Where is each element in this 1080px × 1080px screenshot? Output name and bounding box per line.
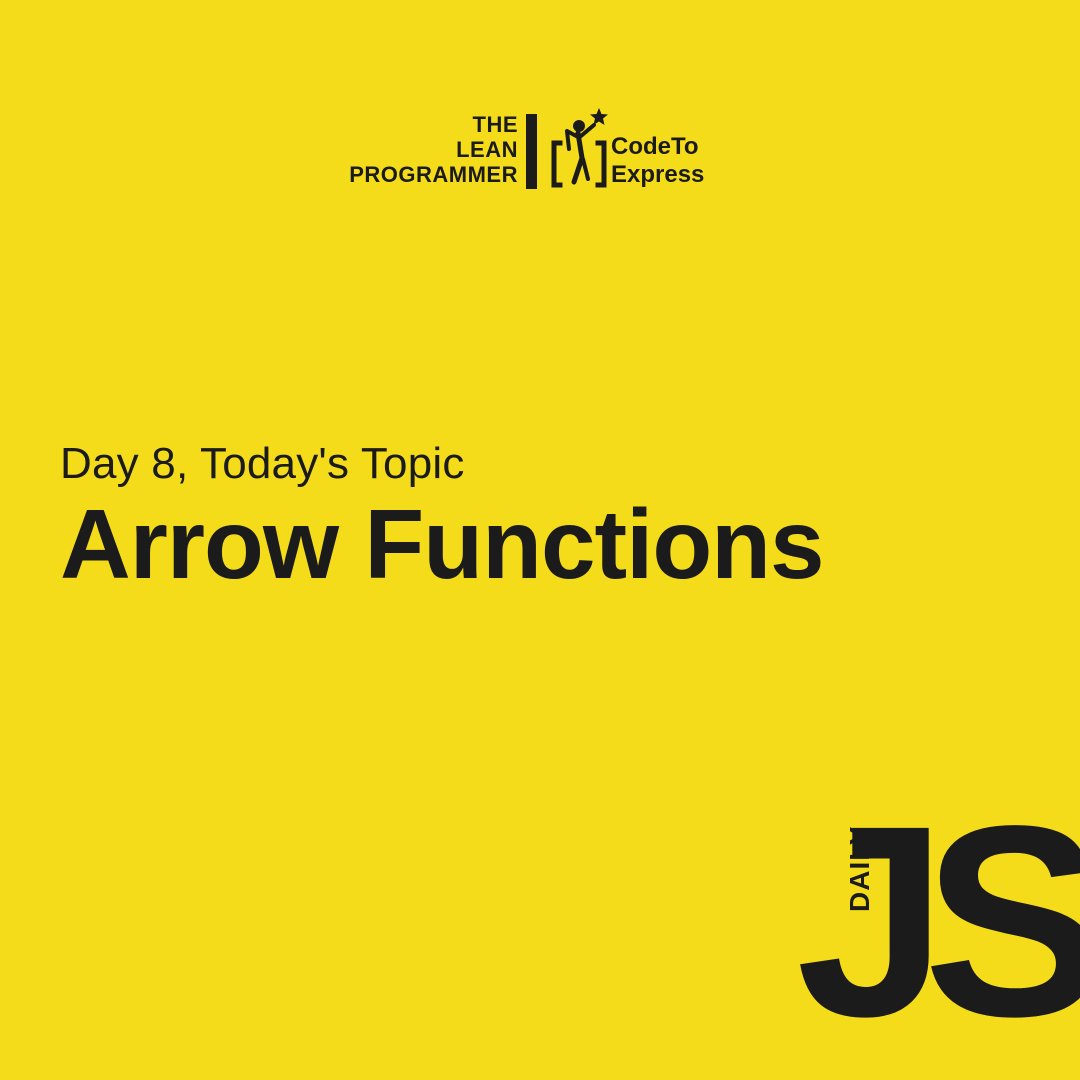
brand-lean-line-2: LEAN [456, 137, 518, 162]
brand-lean-line-1: THE [472, 112, 518, 137]
code-to-express-line-2: Express [611, 161, 705, 188]
topic-title: Arrow Functions [60, 489, 825, 599]
code-to-express-icon [551, 108, 608, 188]
code-to-express-line-1: CodeTo [611, 133, 699, 160]
topic-heading: Day 8, Today's Topic Arrow Functions [60, 436, 1040, 598]
the-lean-programmer-logo: THE LEAN PROGRAMMER [320, 112, 518, 187]
brand-header: THE LEAN PROGRAMMER CodeTo Express [0, 0, 1080, 260]
topic-kicker: Day 8, Today's Topic [60, 439, 465, 488]
brand-lean-line-3: PROGRAMMER [349, 162, 518, 187]
brand-divider [526, 114, 537, 189]
js-mark: JS [796, 769, 1080, 1073]
code-to-express-logo: CodeTo Express [611, 133, 761, 189]
